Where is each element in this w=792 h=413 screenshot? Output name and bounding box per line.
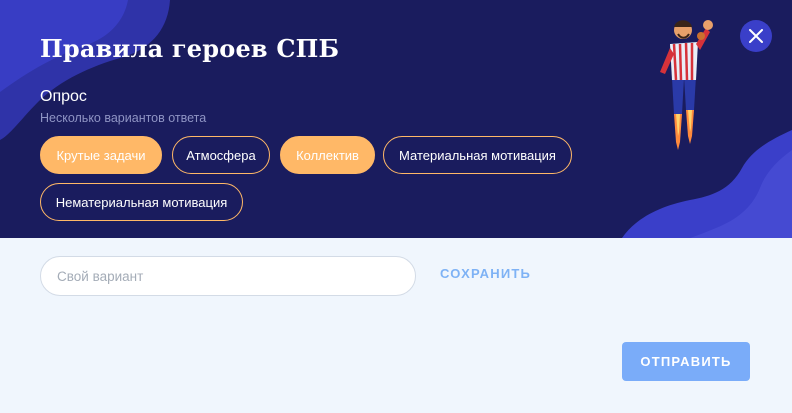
- option-chip-atmosphere[interactable]: Атмосфера: [172, 136, 270, 174]
- question-hint: Несколько вариантов ответа: [40, 111, 207, 125]
- option-chip-team[interactable]: Коллектив: [280, 136, 375, 174]
- submit-button[interactable]: ОТПРАВИТЬ: [622, 342, 750, 381]
- question-type-label: Опрос: [40, 88, 87, 105]
- close-button[interactable]: [740, 20, 772, 52]
- modal-header: Правила героев СПБ Опрос Несколько вариа…: [0, 0, 792, 238]
- option-chip-material-motivation[interactable]: Материальная мотивация: [383, 136, 572, 174]
- page-title: Правила героев СПБ: [40, 34, 340, 63]
- poll-modal: Правила героев СПБ Опрос Несколько вариа…: [0, 0, 792, 413]
- save-custom-option-button[interactable]: СОХРАНИТЬ: [440, 266, 531, 281]
- custom-option-input[interactable]: [40, 256, 416, 296]
- hero-mascot-illustration: [660, 20, 713, 150]
- close-icon: [749, 29, 763, 43]
- option-chip-non-material-motivation[interactable]: Нематериальная мотивация: [40, 183, 243, 221]
- option-chip-cool-tasks[interactable]: Крутые задачи: [40, 136, 162, 174]
